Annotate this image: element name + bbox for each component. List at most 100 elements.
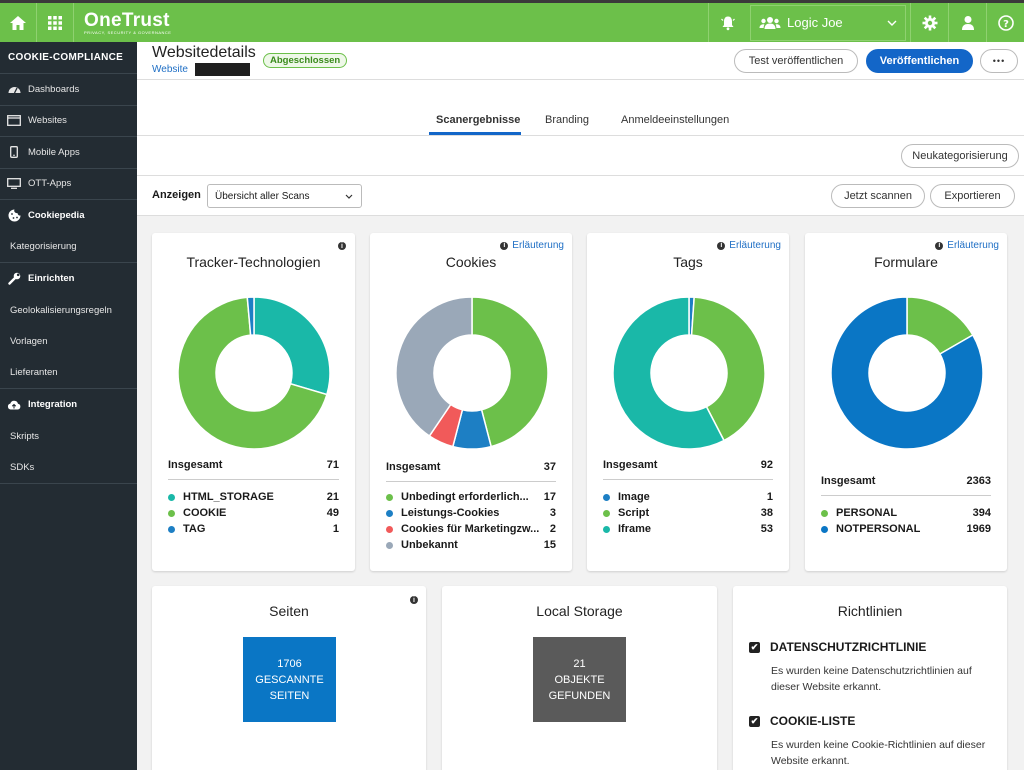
cloud-icon <box>7 400 21 410</box>
breadcrumb-website-link[interactable]: Website <box>152 64 188 75</box>
legend-value: 1969 <box>966 523 991 535</box>
total-label: Insgesamt <box>821 475 876 487</box>
help-icon: ? <box>997 14 1014 31</box>
tracker-technologies-card: i Tracker-Technologien Insgesamt 71 HTML… <box>152 233 355 571</box>
export-button[interactable]: Exportieren <box>930 184 1015 208</box>
help-button[interactable]: ? <box>986 3 1024 42</box>
checkbox-checked-icon[interactable]: ✔ <box>749 715 760 727</box>
legend-label: Cookies für Marketingzw... <box>401 523 540 535</box>
explanation-link[interactable]: i Erläuterung <box>500 240 564 251</box>
legend-value: 15 <box>543 539 556 551</box>
scanned-pages-count: 1706 <box>277 657 302 670</box>
sidebar-item-kategorisierung[interactable]: Kategorisierung <box>0 232 137 263</box>
scan-now-button[interactable]: Jetzt scannen <box>831 184 925 208</box>
notifications-button[interactable] <box>708 3 746 42</box>
objects-found-tile[interactable]: 21 OBJEKTE GEFUNDEN <box>533 637 626 722</box>
phone-icon <box>10 146 18 159</box>
home-button[interactable] <box>0 3 37 42</box>
cookie-icon <box>8 209 20 222</box>
legend-item: PERSONAL 394 <box>821 505 991 521</box>
tags-donut-chart <box>612 296 766 450</box>
recategorize-button[interactable]: Neukategorisierung <box>901 144 1019 168</box>
explanation-link[interactable]: i Erläuterung <box>717 240 781 251</box>
sidebar-title: COOKIE-COMPLIANCE <box>0 42 137 74</box>
monitor-icon <box>7 178 21 190</box>
legend-item: Unbekannt 15 <box>386 537 556 553</box>
local-storage-card: Local Storage 21 OBJEKTE GEFUNDEN <box>442 586 717 770</box>
sidebar-item-vorlagen[interactable]: Vorlagen <box>0 326 137 358</box>
legend-item: Image 1 <box>603 489 773 505</box>
sidebar-item-mobile-apps[interactable]: Mobile Apps <box>0 137 137 169</box>
legend-item: Leistungs-Cookies 3 <box>386 505 556 521</box>
pages-card: i Seiten 1706 GESCANNTE SEITEN <box>152 586 426 770</box>
legend-label: Iframe <box>618 523 652 535</box>
sidebar-item-lieferanten[interactable]: Lieferanten <box>0 358 137 389</box>
more-options-button[interactable]: ••• <box>980 49 1018 73</box>
explanation-label: Erläuterung <box>729 240 781 251</box>
sidebar-item-dashboards[interactable]: Dashboards <box>0 74 137 106</box>
sidebar-item-skripts[interactable]: Skripts <box>0 421 137 453</box>
forms-donut-chart <box>830 296 984 450</box>
legend-dot <box>168 493 175 501</box>
sidebar-item-label: Cookiepedia <box>28 210 85 222</box>
legend-value: 17 <box>543 491 556 503</box>
sidebar-item-cookiepedia[interactable]: Cookiepedia <box>0 200 137 232</box>
donut-slice-html-storage[interactable] <box>253 296 331 396</box>
checkbox-checked-icon[interactable]: ✔ <box>749 641 760 653</box>
legend-item: Cookies für Marketingzw... 2 <box>386 521 556 537</box>
scan-view-select[interactable]: Übersicht aller Scans <box>207 184 362 208</box>
info-icon[interactable]: i <box>338 242 346 250</box>
sidebar-item-einrichten[interactable]: Einrichten <box>0 263 137 295</box>
legend-dot <box>821 509 828 517</box>
legend-item: COOKIE 49 <box>168 505 339 521</box>
user-menu-dropdown[interactable]: Logic Joe <box>750 4 906 41</box>
wrench-icon <box>7 272 20 285</box>
explanation-label: Erläuterung <box>947 240 999 251</box>
sidebar-item-websites[interactable]: Websites <box>0 106 137 137</box>
legend-label: PERSONAL <box>836 507 898 519</box>
legend-dot <box>386 525 393 533</box>
tab-login-settings[interactable]: Anmeldeeinstellungen <box>621 114 729 126</box>
select-value: Übersicht aller Scans <box>215 190 310 202</box>
legend-value: 2 <box>549 523 556 535</box>
chevron-down-icon <box>345 194 353 199</box>
sidebar-item-label: Vorlagen <box>10 336 48 348</box>
forms-card: i Erläuterung Formulare Insgesamt 2363 PE… <box>805 233 1007 571</box>
legend-value: 53 <box>760 523 773 535</box>
onetrust-logo[interactable]: OneTrust PRIVACY, SECURITY & GOVERNANCE <box>84 11 171 35</box>
test-publish-button[interactable]: Test veröffentlichen <box>734 49 858 73</box>
legend-label: HTML_STORAGE <box>183 491 274 503</box>
legend-value: 21 <box>326 491 339 503</box>
tab-bar: Scanergebnisse Branding Anmeldeeinstellu… <box>137 80 1024 136</box>
tab-branding[interactable]: Branding <box>545 114 589 126</box>
legend-label: TAG <box>183 523 206 535</box>
legend-value: 394 <box>972 507 991 519</box>
sidebar-item-label: Einrichten <box>28 273 75 285</box>
sidebar-item-geolocation-rules[interactable]: Geolokalisierungsregeln <box>0 295 137 327</box>
browser-icon <box>7 115 21 127</box>
profile-button[interactable] <box>948 3 986 42</box>
explanation-link[interactable]: i Erläuterung <box>935 240 999 251</box>
scanned-pages-tile[interactable]: 1706 GESCANNTE SEITEN <box>243 637 336 722</box>
sidebar-item-ott-apps[interactable]: OTT-Apps <box>0 169 137 200</box>
legend-value: 38 <box>760 507 773 519</box>
publish-button[interactable]: Veröffentlichen <box>866 49 973 73</box>
legend-dot <box>168 509 175 517</box>
sidebar-item-sdks[interactable]: SDKs <box>0 452 137 484</box>
sidebar-item-label: Dashboards <box>28 83 80 95</box>
sidebar: COOKIE-COMPLIANCE Dashboards Websites Mo… <box>0 42 137 770</box>
tab-scan-results[interactable]: Scanergebnisse <box>436 114 520 126</box>
status-badge: Abgeschlossen <box>263 53 348 68</box>
users-icon <box>759 16 781 29</box>
settings-button[interactable] <box>910 3 948 42</box>
scanned-pages-line1: GESCANNTE <box>255 673 324 686</box>
sidebar-item-integration[interactable]: Integration <box>0 389 137 421</box>
svg-text:?: ? <box>1003 19 1009 30</box>
app-grid-button[interactable] <box>37 3 74 42</box>
redacted-website-name <box>195 63 250 76</box>
legend-label: Unbekannt <box>401 539 458 551</box>
policy-heading-label: COOKIE-LISTE <box>770 714 856 728</box>
scan-results-panel: i Tracker-Technologien Insgesamt 71 HTML… <box>137 216 1024 770</box>
total-value: 2363 <box>966 475 991 487</box>
chevron-down-icon <box>887 20 897 26</box>
